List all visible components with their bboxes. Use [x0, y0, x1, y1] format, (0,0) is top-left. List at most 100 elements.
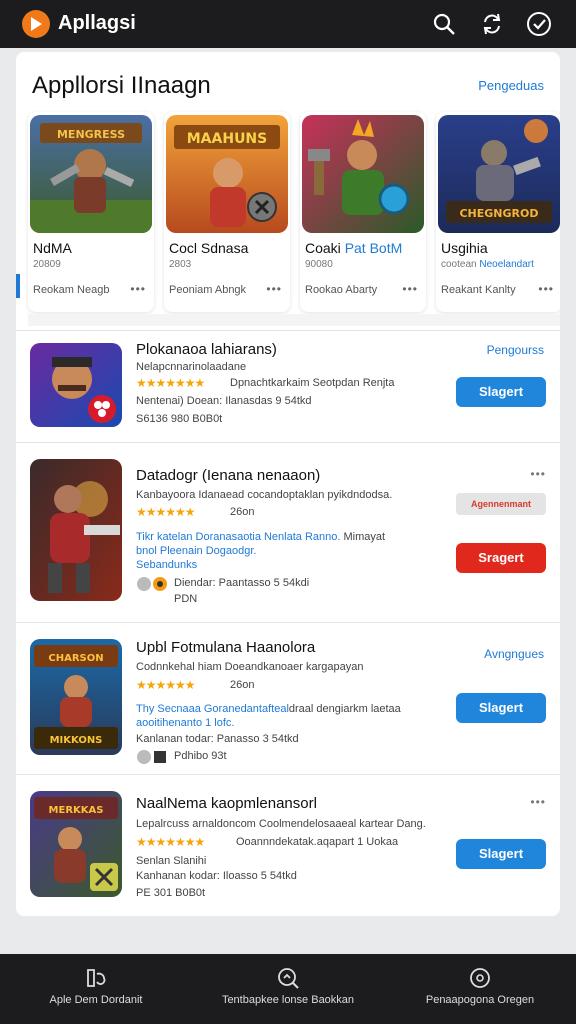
game-logo-text: CHEGNGROD: [459, 207, 538, 220]
list-item[interactable]: Datadogr (Ienana nenaaon) Kanbayoora Ida…: [16, 442, 560, 620]
app-logo-icon[interactable]: [22, 10, 50, 38]
rating-text: 26on: [230, 506, 255, 518]
featured-app-card[interactable]: MAAHUNS Cocl Sdnasa 2803 Peoniam Abngk •…: [164, 112, 290, 312]
status-badge: Agennenmant: [456, 493, 546, 515]
nav-label: Tentbapkee lonse Baokkan: [221, 994, 355, 1006]
nav-tab-profile[interactable]: Penaapogona Oregen: [384, 954, 576, 1024]
more-options-icon[interactable]: •••: [538, 282, 554, 296]
nav-label: Penaapogona Oregen: [425, 994, 535, 1006]
nav-tab-library[interactable]: Aple Dem Dordanit: [0, 954, 192, 1024]
list-item[interactable]: CHARSON MIKKONS Upbl Fotmulana Haanolora…: [16, 622, 560, 774]
featured-app-card[interactable]: CHEGNGROD Usgihia cootean Neoelandart Re…: [436, 112, 560, 312]
main-content-card: Appllorsi IInaagn Pengeduas MENGRESS NdM…: [16, 52, 560, 916]
game-art-robot: CHEGNGROD: [438, 115, 560, 233]
more-options-icon[interactable]: •••: [530, 467, 546, 481]
app-meta: PE 301 B0B0t: [136, 887, 206, 899]
app-meta: Pdhibo 93t: [174, 750, 227, 762]
social-icons: [136, 576, 170, 592]
rating-text: Ooannndekatak.aqapart 1 Uokaa: [236, 836, 399, 848]
app-title[interactable]: Datadogr (Ienana nenaaon): [136, 467, 320, 484]
app-highlight-text: Tikr katelan Doranasaotia Nenlata Ranno.…: [136, 531, 386, 543]
search-icon[interactable]: [430, 10, 458, 38]
discover-icon: [278, 968, 299, 989]
app-highlight-text: Sebandunks: [136, 559, 198, 571]
app-description: Lepalrcuss arnaldoncom Coolmendelosaaeal…: [136, 818, 426, 830]
featured-app-name: Coaki Pat BotM: [305, 240, 403, 256]
app-meta: Nentenai) Doean: Ilanasdas 9 54tkd: [136, 395, 312, 407]
featured-carousel[interactable]: MENGRESS NdMA 20809 Reokam Neagb ••• MAA…: [16, 112, 560, 312]
app-highlight-text: aooitihenanto 1 lofc.: [136, 717, 235, 729]
more-options-icon[interactable]: •••: [266, 282, 282, 296]
nav-tab-discover[interactable]: Tentbapkee lonse Baokkan: [192, 954, 384, 1024]
rating-stars: ★★★★★★★: [136, 376, 205, 390]
more-options-icon[interactable]: •••: [530, 795, 546, 809]
game-art-hero: [302, 115, 424, 233]
app-meta: S6136 980 B0B0t: [136, 413, 223, 425]
carousel-indicator: [16, 274, 20, 298]
check-circle-icon[interactable]: [525, 10, 553, 38]
app-title[interactable]: Upbl Fotmulana Haanolora: [136, 639, 315, 656]
app-title: Apllagsi: [58, 12, 136, 34]
app-meta: Diendar: Paantasso 5 54kdi: [174, 577, 310, 589]
app-meta: Kanlanan todar: Panasso 3 54tkd: [136, 733, 299, 745]
rating-text: Dpnachtkarkaim Seotpdan Renjta: [230, 377, 395, 389]
app-more-link[interactable]: Pengourss: [487, 343, 544, 357]
library-icon: [87, 969, 106, 987]
profile-icon: [470, 968, 490, 988]
featured-see-all-link[interactable]: Pengeduas: [478, 78, 544, 93]
app-title[interactable]: NaalNema kaopmlenansorl: [136, 795, 317, 812]
featured-app-subtext: 2803: [169, 259, 192, 270]
app-highlight-text: Thy Secnaaa Goranedantaftealdraal dengia…: [136, 703, 401, 715]
start-button[interactable]: Slagert: [456, 693, 546, 723]
game-art-knight: MAAHUNS: [166, 115, 288, 233]
app-meta: Kanhanan kodar: Iloasso 5 54tkd: [136, 870, 297, 882]
featured-app-author: Reakant Kanlty: [441, 284, 516, 296]
app-description: Kanbayoora Idanaead cocandoptaklan pyikd…: [136, 489, 393, 501]
app-meta: PDN: [174, 593, 198, 605]
featured-app-card[interactable]: Coaki Pat BotM 90080 Rookao Abarty •••: [300, 112, 426, 312]
game-art-fighter: MERKKAS: [30, 791, 122, 897]
featured-section-title: Appllorsi IInaagn: [32, 72, 211, 99]
app-highlight-text: bnol Pleenain Dogaodgr.: [136, 545, 257, 557]
rating-text: 26on: [230, 679, 255, 691]
social-icons: [136, 749, 170, 765]
list-item[interactable]: Plokanaoa lahiarans) Nelapcnnarinolaadan…: [16, 330, 560, 445]
featured-app-name: Usgihia: [441, 240, 488, 256]
sync-icon[interactable]: [478, 10, 506, 38]
app-title[interactable]: Plokanaoa lahiarans): [136, 341, 277, 358]
app-more-link[interactable]: Avngngues: [484, 647, 544, 661]
bottom-navigation: Aple Dem Dordanit Tentbapkee lonse Baokk…: [0, 954, 576, 1024]
game-art-mech: [30, 459, 122, 601]
app-description: Codnnkehal hiam Doeandkanoaer kargapayan: [136, 661, 364, 673]
featured-app-name: Cocl Sdnasa: [169, 240, 249, 256]
list-item[interactable]: MERKKAS NaalNema kaopmlenansorl Lepalrcu…: [16, 774, 560, 916]
rating-stars: ★★★★★★★: [136, 835, 205, 849]
app-description: Nelapcnnarinolaadane: [136, 361, 247, 373]
featured-app-subtext: 20809: [33, 259, 61, 270]
game-logo-text: MENGRESS: [57, 128, 125, 141]
game-art-brawler: [30, 343, 122, 427]
rating-stars: ★★★★★★: [136, 505, 196, 519]
featured-app-author: Peoniam Abngk: [169, 284, 247, 296]
more-options-icon[interactable]: •••: [402, 282, 418, 296]
game-logo-text: MAAHUNS: [187, 131, 268, 147]
svg-text:CHARSON: CHARSON: [48, 653, 103, 664]
featured-app-author: Reokam Neagb: [33, 284, 110, 296]
svg-text:MERKKAS: MERKKAS: [49, 805, 104, 816]
start-button[interactable]: Sragert: [456, 543, 546, 573]
featured-app-author: Rookao Abarty: [305, 284, 378, 296]
svg-text:MIKKONS: MIKKONS: [50, 735, 103, 746]
top-app-bar: Apllagsi: [0, 0, 576, 48]
featured-app-card[interactable]: MENGRESS NdMA 20809 Reokam Neagb •••: [28, 112, 154, 312]
featured-app-subtext: cootean Neoelandart: [441, 259, 534, 270]
rating-stars: ★★★★★★: [136, 678, 196, 692]
carousel-shadow: [28, 314, 560, 326]
featured-app-name: NdMA: [33, 240, 72, 256]
more-options-icon[interactable]: •••: [130, 282, 146, 296]
app-meta: Senlan Slanihi: [136, 855, 207, 867]
nav-label: Aple Dem Dordanit: [49, 994, 143, 1006]
start-button[interactable]: Slagert: [456, 377, 546, 407]
start-button[interactable]: Slagert: [456, 839, 546, 869]
game-art-warlord: CHARSON MIKKONS: [30, 639, 122, 755]
featured-app-subtext: 90080: [305, 259, 333, 270]
